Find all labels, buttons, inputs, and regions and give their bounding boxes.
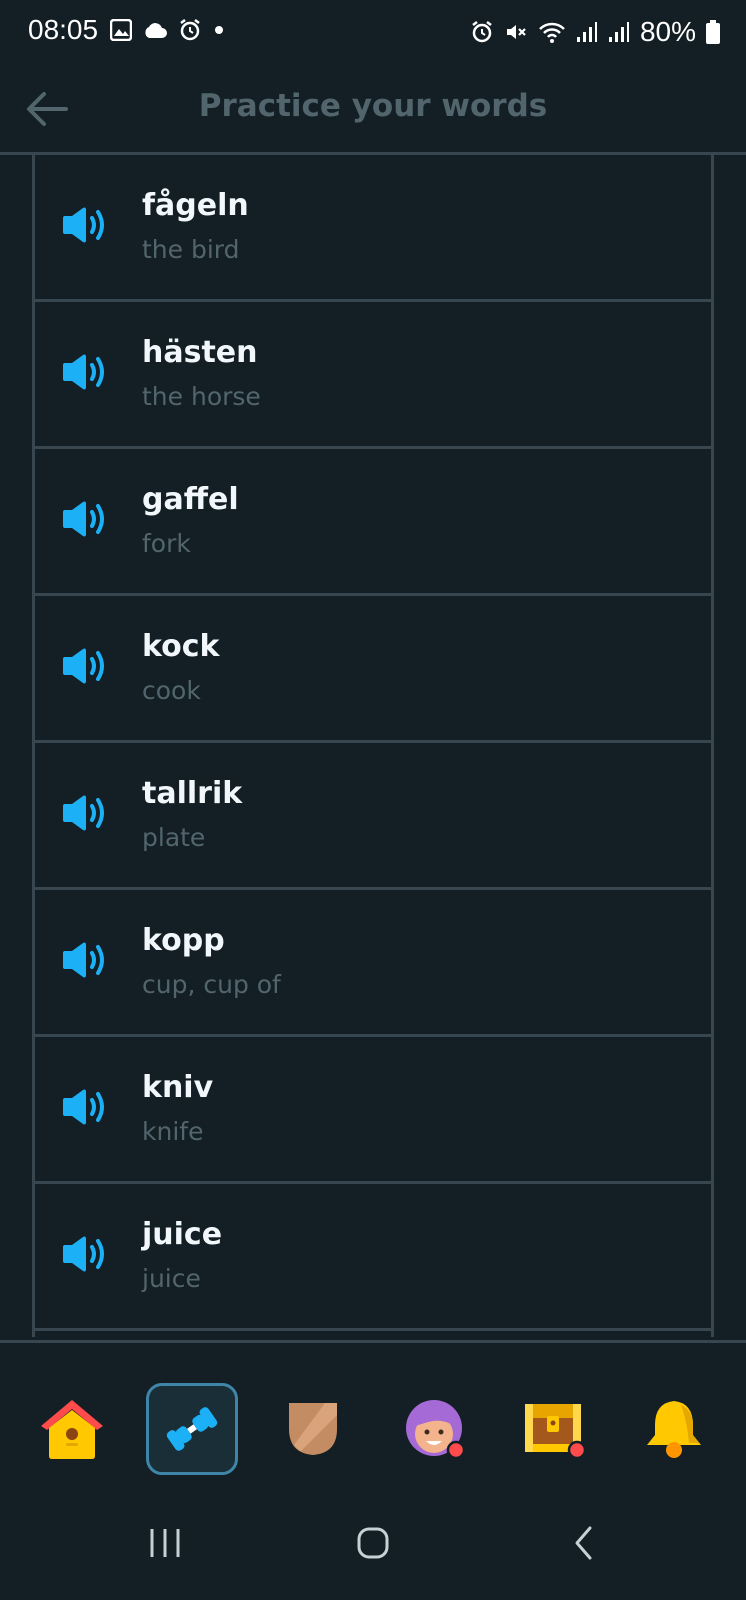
signal-icon bbox=[608, 22, 629, 42]
speaker-button[interactable] bbox=[61, 499, 111, 539]
cloud-icon bbox=[145, 23, 167, 38]
home-icon bbox=[41, 1400, 103, 1459]
chest-icon bbox=[525, 1404, 587, 1460]
nav-chest[interactable] bbox=[508, 1383, 600, 1475]
battery-icon bbox=[706, 20, 720, 44]
bottom-nav bbox=[0, 1340, 746, 1475]
word-term: gaffel bbox=[142, 482, 239, 517]
mute-icon bbox=[506, 25, 526, 39]
profile-avatar-icon bbox=[406, 1400, 466, 1460]
league-shield-icon bbox=[289, 1403, 337, 1455]
speaker-icon bbox=[61, 795, 111, 837]
word-translation: knife bbox=[142, 1117, 204, 1146]
speaker-icon bbox=[61, 207, 111, 249]
status-right-icons: 80% bbox=[470, 16, 720, 48]
word-translation: plate bbox=[142, 823, 206, 852]
top-bar: Practice your words bbox=[0, 66, 746, 155]
word-term: juice bbox=[142, 1217, 223, 1252]
recent-apps-icon bbox=[150, 1529, 180, 1557]
word-term: kniv bbox=[142, 1070, 214, 1105]
word-translation: cook bbox=[142, 676, 201, 705]
status-bar: 08:05 80% bbox=[0, 0, 746, 66]
word-term: hästen bbox=[142, 335, 258, 370]
nav-notifications[interactable] bbox=[628, 1383, 720, 1475]
speaker-button[interactable] bbox=[61, 793, 111, 833]
home-circle-icon bbox=[357, 1527, 389, 1559]
word-row[interactable]: hästen the horse bbox=[35, 302, 711, 449]
word-translation: cup, cup of bbox=[142, 970, 281, 999]
nav-home[interactable] bbox=[26, 1383, 118, 1475]
gallery-icon bbox=[110, 19, 132, 41]
status-left-icons bbox=[110, 18, 226, 42]
chevron-left-icon bbox=[575, 1526, 592, 1560]
speaker-button[interactable] bbox=[61, 1234, 111, 1274]
word-translation: the horse bbox=[142, 382, 261, 411]
recent-apps-button[interactable] bbox=[135, 1518, 195, 1568]
battery-percentage: 80% bbox=[639, 16, 696, 47]
word-row[interactable]: gaffel fork bbox=[35, 449, 711, 596]
speaker-icon bbox=[61, 501, 111, 543]
speaker-icon bbox=[61, 1236, 111, 1278]
speaker-button[interactable] bbox=[61, 940, 111, 980]
speaker-icon bbox=[61, 354, 111, 396]
word-row[interactable]: fågeln the bird bbox=[35, 155, 711, 302]
notifications-bell-icon bbox=[647, 1401, 701, 1458]
speaker-button[interactable] bbox=[61, 646, 111, 686]
word-translation: fork bbox=[142, 529, 191, 558]
speaker-button[interactable] bbox=[61, 352, 111, 392]
word-term: kopp bbox=[142, 923, 225, 958]
word-term: tallrik bbox=[142, 776, 243, 811]
word-row-partial[interactable] bbox=[35, 1331, 711, 1337]
alarm-icon bbox=[180, 19, 200, 41]
word-translation: juice bbox=[142, 1264, 201, 1293]
word-row[interactable]: tallrik plate bbox=[35, 743, 711, 890]
system-back-button[interactable] bbox=[554, 1518, 614, 1568]
speaker-icon bbox=[61, 1089, 111, 1131]
alarm-icon bbox=[472, 21, 492, 43]
nav-leagues[interactable] bbox=[267, 1383, 359, 1475]
system-nav-bar bbox=[0, 1490, 746, 1600]
speaker-icon bbox=[61, 942, 111, 984]
word-row[interactable]: kock cook bbox=[35, 596, 711, 743]
signal-icon bbox=[576, 22, 597, 42]
page-title: Practice your words bbox=[198, 88, 548, 124]
word-term: fågeln bbox=[142, 188, 249, 223]
status-time: 08:05 bbox=[28, 14, 99, 45]
wifi-icon bbox=[539, 22, 565, 43]
word-row[interactable]: kopp cup, cup of bbox=[35, 890, 711, 1037]
word-row[interactable]: juice juice bbox=[35, 1184, 711, 1331]
nav-profile[interactable] bbox=[388, 1383, 480, 1475]
practice-dumbbell-icon bbox=[166, 1407, 218, 1451]
speaker-button[interactable] bbox=[61, 205, 111, 245]
word-row[interactable]: kniv knife bbox=[35, 1037, 711, 1184]
dot-icon bbox=[215, 26, 223, 34]
word-term: kock bbox=[142, 629, 220, 664]
nav-practice[interactable] bbox=[146, 1383, 238, 1475]
home-button[interactable] bbox=[343, 1518, 403, 1568]
word-list[interactable]: fågeln the bird hästen the horse gaffel fork k… bbox=[32, 155, 714, 1337]
speaker-icon bbox=[61, 648, 111, 690]
speaker-button[interactable] bbox=[61, 1087, 111, 1127]
word-translation: the bird bbox=[142, 235, 240, 264]
